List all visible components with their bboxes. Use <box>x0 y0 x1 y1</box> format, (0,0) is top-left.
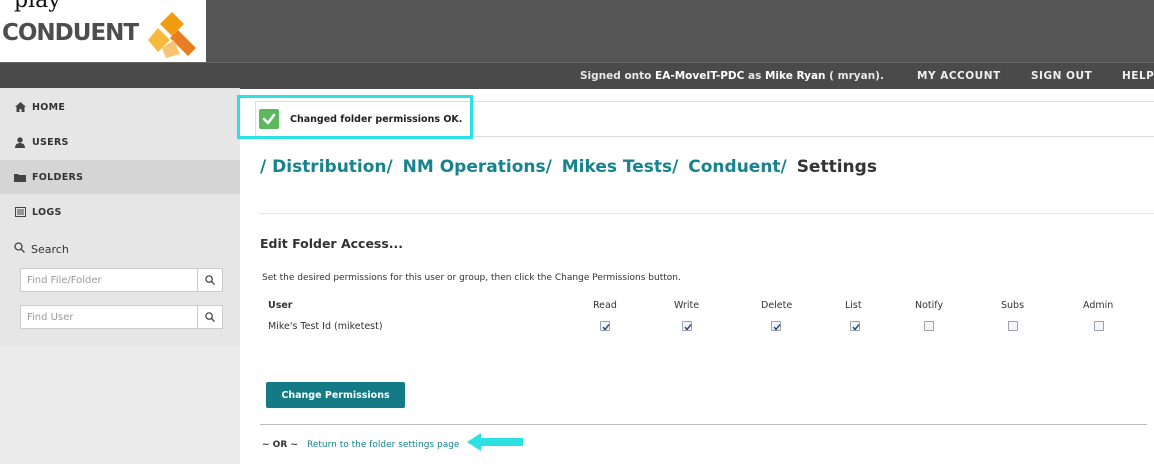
or-separator: ~ OR ~ <box>262 440 298 450</box>
signed-as: as <box>744 70 765 82</box>
my-account-link[interactable]: MY ACCOUNT <box>917 70 1001 82</box>
change-permissions-button[interactable]: Change Permissions <box>266 382 405 408</box>
signed-id: ( mryan). <box>825 70 884 82</box>
sidebar-item-folders[interactable]: FOLDERS <box>0 160 240 194</box>
column-header-admin: Admin <box>1083 300 1114 311</box>
nav-bar: Signed onto EA-MoveIT-PDC as Mike Ryan (… <box>0 62 1154 89</box>
sidebar-item-label: HOME <box>32 101 66 113</box>
column-header-read: Read <box>593 300 617 311</box>
sidebar-item-label: FOLDERS <box>32 171 84 183</box>
sidebar-item-label: LOGS <box>32 206 62 218</box>
column-header-user: User <box>268 300 293 311</box>
search-icon <box>14 242 25 256</box>
signed-host: EA-MoveIT-PDC <box>655 70 745 82</box>
signed-user: Mike Ryan <box>764 70 826 82</box>
find-file-input[interactable] <box>21 269 197 291</box>
column-header-list: List <box>845 300 862 311</box>
help-link[interactable]: HELP <box>1122 70 1154 82</box>
search-label: Search <box>31 242 69 256</box>
folder-icon <box>14 173 26 182</box>
sidebar-footer-area <box>0 346 240 464</box>
breadcrumb-mikes-tests[interactable]: Mikes Tests/ <box>562 157 679 177</box>
column-header-notify: Notify <box>915 300 944 311</box>
logo-text: CONDUENT <box>2 20 139 46</box>
sidebar: HOME USERS FOLDERS LOGS Search <box>0 88 240 464</box>
divider <box>260 424 1147 425</box>
find-file-search-button[interactable] <box>197 269 222 291</box>
table-row-user: Mike's Test Id (miketest) <box>268 321 383 332</box>
sidebar-item-logs[interactable]: LOGS <box>0 195 240 229</box>
read-checkbox[interactable] <box>600 321 610 331</box>
delete-checkbox[interactable] <box>771 321 781 331</box>
home-icon <box>14 102 26 112</box>
divider <box>260 213 1154 214</box>
sidebar-item-home[interactable]: HOME <box>0 90 240 124</box>
subs-checkbox[interactable] <box>1008 321 1018 331</box>
find-file-box <box>20 268 223 292</box>
breadcrumb-current: Settings <box>796 157 877 177</box>
conduent-logo-icon <box>148 12 196 58</box>
search-icon <box>205 275 215 285</box>
breadcrumb-conduent[interactable]: Conduent/ <box>688 157 787 177</box>
sign-out-link[interactable]: SIGN OUT <box>1031 70 1092 82</box>
or-text: ~ OR ~ <box>262 440 298 450</box>
breadcrumb: / Distribution/ NM Operations/ Mikes Tes… <box>260 157 881 177</box>
signed-prefix: Signed onto <box>580 70 656 82</box>
admin-checkbox[interactable] <box>1094 321 1104 331</box>
user-icon <box>14 136 26 148</box>
arrow-left-annotation-icon <box>467 433 523 451</box>
find-user-box <box>20 305 223 329</box>
instructions-text: Set the desired permissions for this use… <box>262 273 681 283</box>
return-to-folder-settings-link[interactable]: Return to the folder settings page <box>307 440 459 450</box>
search-icon <box>205 312 215 322</box>
alert-highlight-annotation <box>237 95 473 139</box>
sidebar-item-users[interactable]: USERS <box>0 125 240 159</box>
breadcrumb-distribution[interactable]: / Distribution/ <box>260 157 393 177</box>
stray-text: play <box>14 0 61 13</box>
write-checkbox[interactable] <box>682 321 692 331</box>
column-header-subs: Subs <box>1001 300 1025 311</box>
logs-icon <box>14 207 26 217</box>
breadcrumb-nm-operations[interactable]: NM Operations/ <box>403 157 552 177</box>
column-header-write: Write <box>674 300 700 311</box>
notify-checkbox[interactable] <box>924 321 934 331</box>
find-user-search-button[interactable] <box>197 306 222 328</box>
list-checkbox[interactable] <box>850 321 860 331</box>
section-title: Edit Folder Access... <box>260 236 404 251</box>
search-section-title: Search <box>0 236 240 262</box>
find-user-input[interactable] <box>21 306 197 328</box>
signed-in-status: Signed onto EA-MoveIT-PDC as Mike Ryan (… <box>580 70 884 82</box>
column-header-delete: Delete <box>761 300 793 311</box>
sidebar-item-label: USERS <box>32 136 69 148</box>
